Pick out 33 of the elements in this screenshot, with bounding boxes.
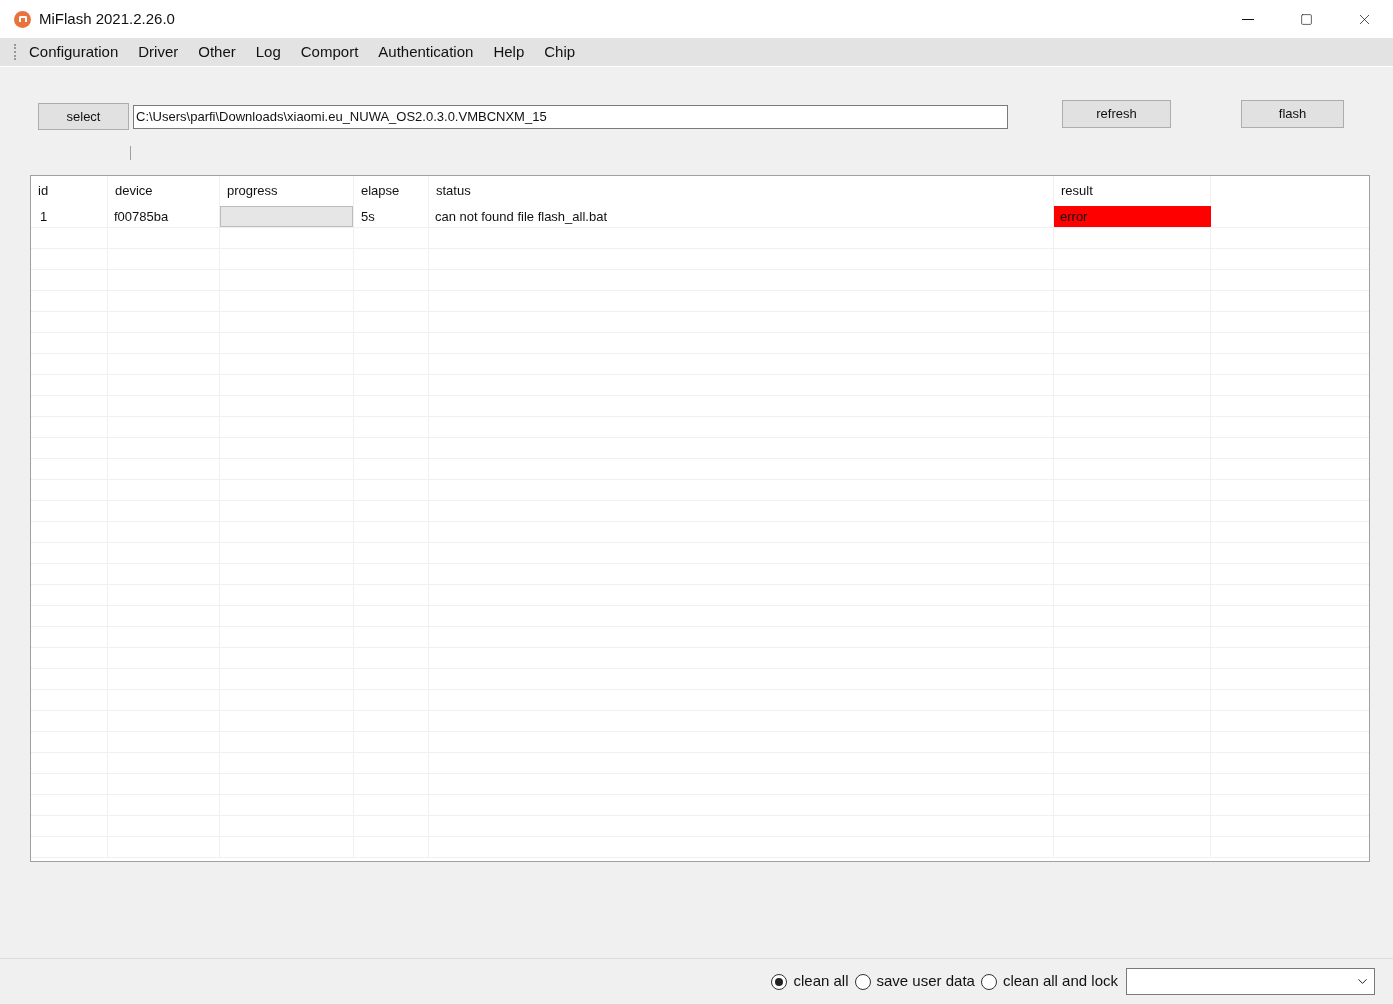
refresh-button[interactable]: refresh bbox=[1062, 99, 1171, 128]
path-field[interactable]: C:\Users\parfi\Downloads\xiaomi.eu_NUWA_OS2.0.3.0.VMBCNXM_15 bbox=[133, 104, 1008, 129]
menu-item[interactable]: Driver bbox=[131, 42, 186, 62]
menu-item[interactable]: Help bbox=[486, 42, 532, 62]
table-cell: 1 bbox=[31, 206, 108, 227]
minimize-icon bbox=[1242, 18, 1254, 20]
radio-option[interactable]: clean all bbox=[771, 970, 849, 993]
column-header[interactable]: id bbox=[31, 176, 108, 206]
radio-button[interactable] bbox=[980, 973, 997, 990]
result-cell: error bbox=[1054, 206, 1211, 227]
radio-label: clean all and lock bbox=[1002, 971, 1118, 992]
column-header[interactable]: status bbox=[429, 176, 1054, 206]
app-logo-icon bbox=[14, 10, 31, 28]
menu-item[interactable]: Log bbox=[248, 42, 288, 62]
table-cell: 5s bbox=[354, 206, 429, 227]
menu-item[interactable]: Comport bbox=[293, 42, 366, 62]
radio-button[interactable] bbox=[771, 973, 788, 990]
menu-item[interactable]: Chip bbox=[537, 42, 583, 62]
column-header[interactable]: elapse bbox=[354, 176, 429, 206]
column-header[interactable]: device bbox=[108, 176, 220, 206]
window-title: MiFlash 2021.2.26.0 bbox=[39, 8, 175, 29]
radio-option[interactable]: save user data bbox=[854, 970, 975, 993]
flash-button[interactable]: flash bbox=[1241, 99, 1344, 128]
select-button[interactable]: select bbox=[38, 103, 129, 130]
radio-button[interactable] bbox=[854, 973, 871, 990]
maximize-icon bbox=[1299, 12, 1313, 26]
menu-item[interactable]: Configuration bbox=[22, 42, 126, 62]
radio-option[interactable]: clean all and lock bbox=[980, 970, 1118, 993]
menu-item[interactable]: Other bbox=[191, 42, 243, 62]
menu-item[interactable]: Authentication bbox=[371, 42, 481, 62]
dropdown-field[interactable] bbox=[1126, 968, 1375, 995]
radio-label: clean all bbox=[793, 971, 849, 992]
radio-label: save user data bbox=[876, 971, 975, 992]
